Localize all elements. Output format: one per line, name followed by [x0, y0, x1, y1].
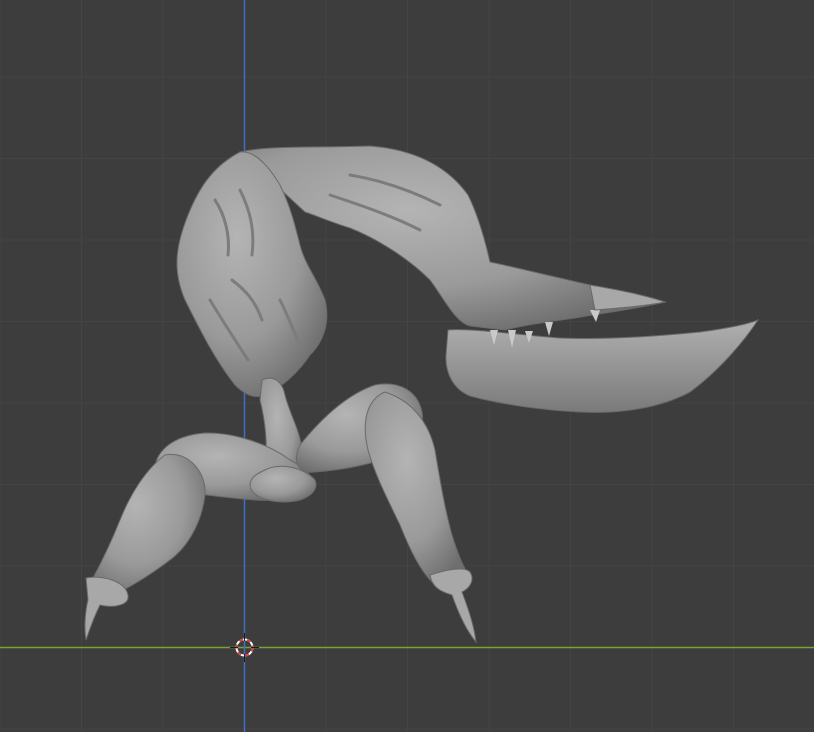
- 3d-cursor-icon[interactable]: [0, 0, 814, 732]
- 3d-viewport[interactable]: [0, 0, 814, 732]
